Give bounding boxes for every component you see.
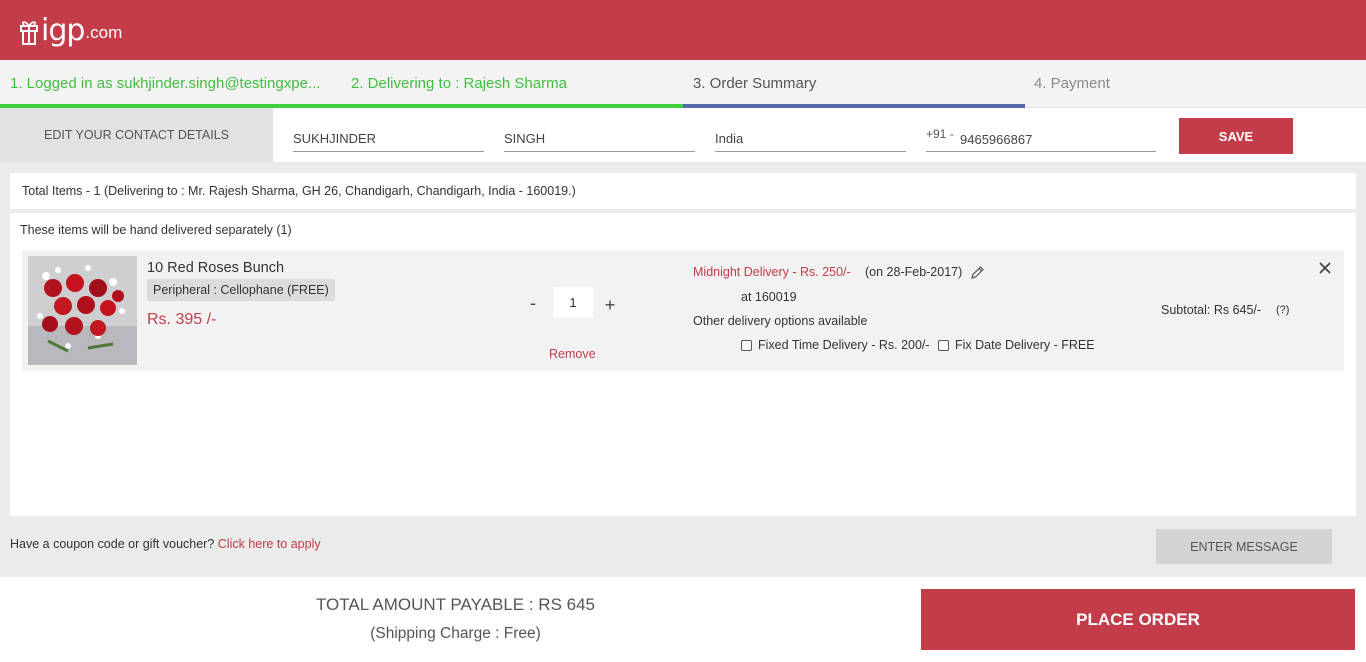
fix-date-delivery-label: Fix Date Delivery - FREE (955, 338, 1095, 352)
step-order-summary[interactable]: 3. Order Summary (693, 60, 1013, 108)
order-summary-line: Total Items - 1 (Delivering to : Mr. Raj… (10, 173, 1356, 209)
contact-details-bar: EDIT YOUR CONTACT DETAILS +91 - SAVE (0, 108, 1366, 162)
items-panel: These items will be hand delivered separ… (10, 213, 1356, 516)
checkbox-icon[interactable] (938, 339, 949, 351)
subtotal-help[interactable]: (?) (1276, 304, 1289, 316)
logo-tld: .com (85, 23, 123, 42)
pencil-icon[interactable] (969, 265, 985, 281)
country-field[interactable] (715, 126, 906, 152)
quantity-decrease-button[interactable]: - (526, 291, 540, 315)
other-delivery-options-label: Other delivery options available (693, 314, 868, 328)
step-payment: 4. Payment (1034, 75, 1110, 92)
brand-logo[interactable]: igp .com (19, 12, 122, 46)
quantity-value[interactable]: 1 (553, 287, 593, 318)
peripheral-badge: Peripheral : Cellophane (FREE) (147, 279, 335, 301)
total-amount: TOTAL AMOUNT PAYABLE : RS 645 (315, 595, 596, 614)
remove-item-link[interactable]: Remove (549, 347, 596, 361)
last-name-field[interactable] (504, 126, 695, 152)
shipping-charge: (Shipping Charge : Free) (370, 625, 541, 642)
contact-details-label: EDIT YOUR CONTACT DETAILS (0, 108, 273, 162)
phone-field[interactable] (960, 126, 1156, 152)
delivery-type-link[interactable]: Midnight Delivery - Rs. 250/- (693, 265, 851, 279)
hand-delivery-note: These items will be hand delivered separ… (20, 223, 292, 237)
item-name: 10 Red Roses Bunch (147, 260, 285, 276)
place-order-button[interactable]: PLACE ORDER (921, 589, 1355, 650)
close-icon[interactable] (1316, 259, 1334, 277)
step-delivery[interactable]: 2. Delivering to : Rajesh Sharma (351, 60, 671, 108)
save-button[interactable]: SAVE (1179, 118, 1293, 154)
fix-date-delivery-option[interactable]: Fix Date Delivery - FREE (938, 338, 1095, 352)
first-name-field[interactable] (293, 126, 484, 152)
logo-wordmark: igp (41, 13, 85, 48)
cart-item-row: 10 Red Roses Bunch Peripheral : Cellopha… (22, 250, 1344, 371)
gift-logo-icon (20, 21, 38, 45)
fixed-time-delivery-label: Fixed Time Delivery - Rs. 200/- (758, 338, 930, 352)
roses-image[interactable] (28, 256, 137, 365)
coupon-prompt: Have a coupon code or gift voucher? Clic… (10, 537, 321, 551)
quantity-increase-button[interactable]: + (602, 293, 618, 317)
item-subtotal: Subtotal: Rs 645/- (1161, 303, 1262, 317)
checkout-footer: TOTAL AMOUNT PAYABLE : RS 645 (Shipping … (0, 577, 1366, 662)
delivery-pincode: at 160019 (741, 290, 797, 304)
fixed-time-delivery-option[interactable]: Fixed Time Delivery - Rs. 200/- (741, 338, 930, 352)
phone-code: +91 - (926, 127, 954, 141)
delivery-date: (on 28-Feb-2017) (865, 265, 963, 279)
top-bar: igp .com (0, 0, 1366, 60)
step-login[interactable]: 1. Logged in as sukhjinder.singh@testing… (10, 60, 338, 108)
item-price: Rs. 395 /- (147, 311, 217, 328)
checkbox-icon[interactable] (741, 339, 752, 351)
checkout-steps: 1. Logged in as sukhjinder.singh@testing… (0, 60, 1366, 108)
coupon-question: Have a coupon code or gift voucher? (10, 537, 215, 551)
enter-message-button[interactable]: ENTER MESSAGE (1156, 529, 1332, 564)
apply-coupon-link[interactable]: Click here to apply (218, 537, 321, 551)
